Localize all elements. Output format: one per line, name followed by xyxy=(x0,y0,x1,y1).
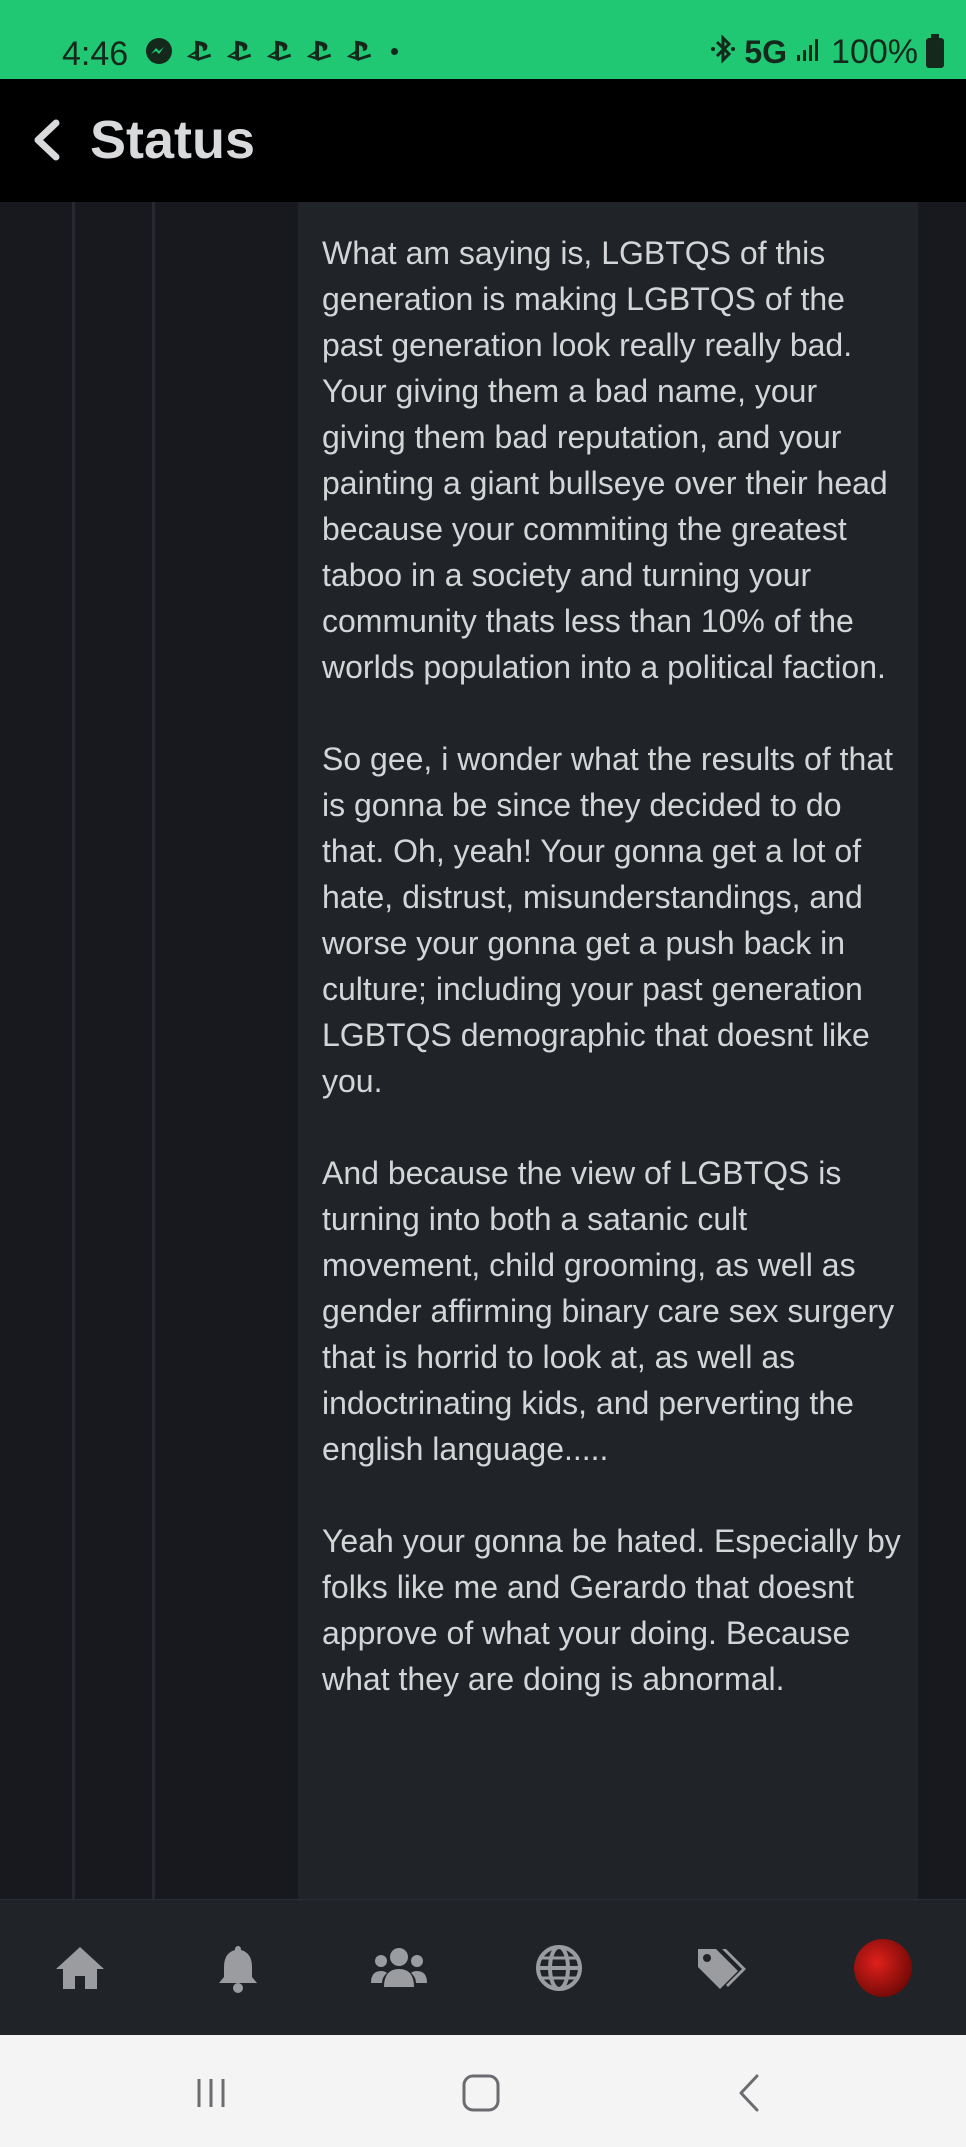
post-paragraph: So gee, i wonder what the results of tha… xyxy=(322,741,893,1099)
nav-notifications[interactable] xyxy=(208,1938,268,1998)
system-nav-bar xyxy=(0,2035,966,2147)
thread-line xyxy=(72,202,75,1899)
playstation-icon xyxy=(225,37,253,65)
more-notifications-dot xyxy=(391,47,398,55)
back-button[interactable] xyxy=(24,115,74,165)
globe-icon xyxy=(536,1945,582,1991)
users-icon xyxy=(371,1948,427,1987)
nav-home[interactable] xyxy=(50,1938,110,1998)
clock: 4:46 xyxy=(62,35,129,73)
bottom-nav xyxy=(0,1899,966,2036)
playstation-icon xyxy=(185,37,213,65)
page-title: Status xyxy=(90,110,256,170)
post-paragraph: What am saying is, LGBTQS of this genera… xyxy=(322,235,888,685)
home-system-button[interactable] xyxy=(456,2071,506,2115)
bell-icon xyxy=(219,1946,257,1993)
system-status: 5G 100% xyxy=(710,33,944,72)
nav-tags[interactable] xyxy=(690,1938,750,1998)
post-body: What am saying is, LGBTQS of this genera… xyxy=(322,230,902,1748)
status-bar: 4:46 5G 100% xyxy=(0,0,966,79)
playstation-icon xyxy=(305,37,333,65)
recent-apps-icon xyxy=(197,2079,225,2107)
network-type: 5G xyxy=(744,34,788,70)
nav-profile[interactable] xyxy=(853,1938,913,1998)
post-paragraph: And because the view of LGBTQS is turnin… xyxy=(322,1155,895,1467)
post-paragraph: Yeah your gonna be hated. Especially by … xyxy=(322,1523,901,1697)
notification-icons xyxy=(145,37,398,65)
recent-apps-button[interactable] xyxy=(186,2071,236,2115)
playstation-icon xyxy=(265,37,293,65)
signal-icon xyxy=(795,33,823,72)
playstation-icon xyxy=(345,37,373,65)
messenger-icon xyxy=(145,37,173,65)
back-system-button[interactable] xyxy=(726,2071,776,2115)
back-chevron-icon xyxy=(739,2074,759,2112)
status-thread[interactable]: What am saying is, LGBTQS of this genera… xyxy=(0,202,966,1899)
battery-percent: 100% xyxy=(831,33,918,71)
thread-line xyxy=(152,202,155,1899)
chevron-left-icon xyxy=(34,119,60,161)
home-icon xyxy=(56,1947,104,1989)
app-header: Status xyxy=(0,79,966,202)
bluetooth-icon xyxy=(710,33,736,72)
nav-explore[interactable] xyxy=(529,1938,589,1998)
tags-icon xyxy=(698,1949,746,1989)
home-square-icon xyxy=(462,2074,500,2112)
battery-icon xyxy=(926,33,944,68)
nav-groups[interactable] xyxy=(369,1938,429,1998)
avatar xyxy=(854,1939,912,1997)
